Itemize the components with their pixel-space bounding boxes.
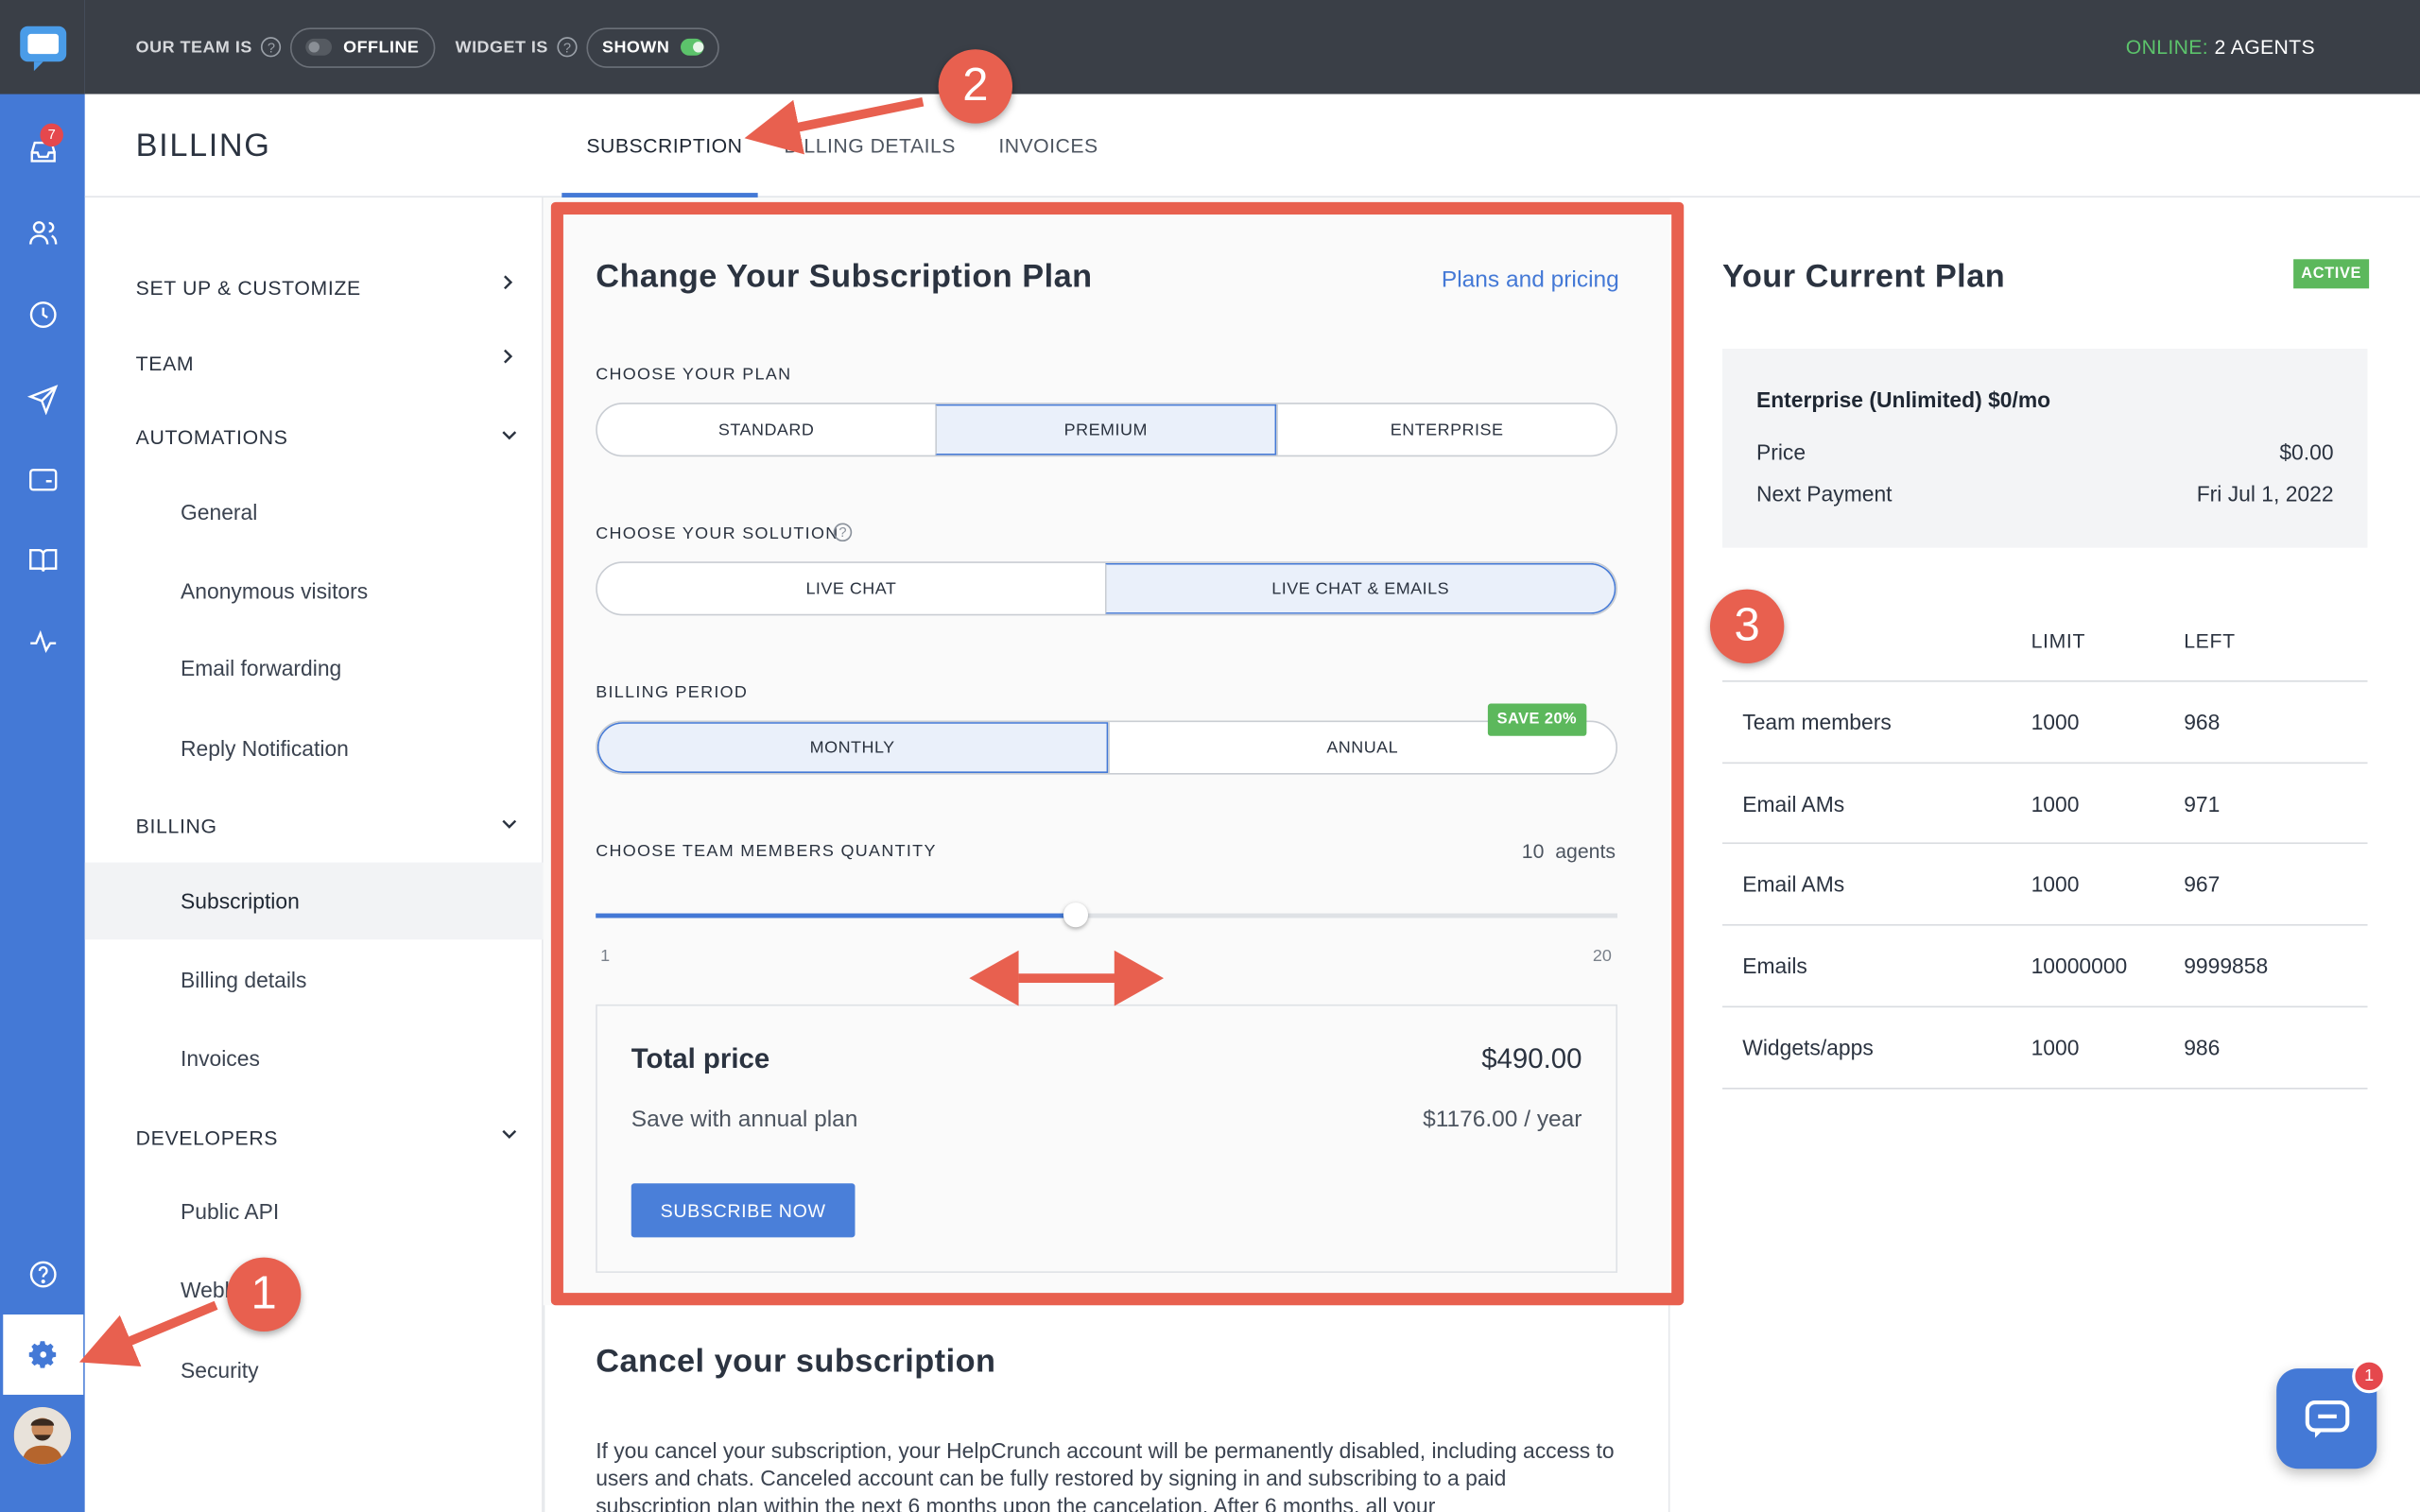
annotation-arrow-2 [744,96,925,155]
double-arrow-left-head [969,950,1019,1006]
double-arrow-right-head [1114,950,1165,1006]
annotation-arrow-1 [78,1300,218,1367]
chat-bubble-icon [2304,1400,2349,1437]
annotation-arrows [78,96,1165,1367]
annotation-marker-3: 3 [1709,589,1785,664]
chat-unread-badge: 1 [2352,1359,2387,1394]
annotation-marker-2: 2 [938,49,1013,124]
annotation-marker-1: 1 [226,1257,302,1332]
